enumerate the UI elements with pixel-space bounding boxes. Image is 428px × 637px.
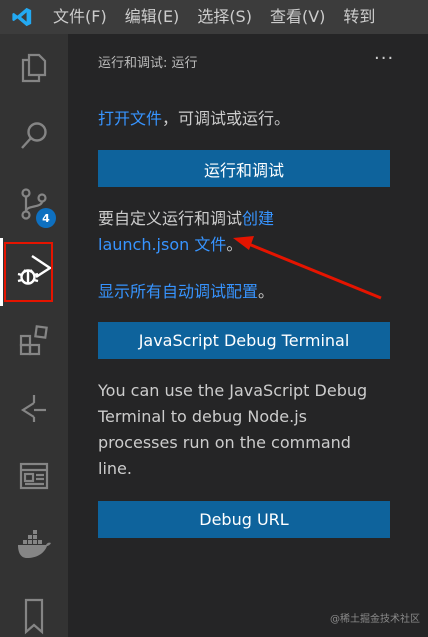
show-configs-line: 显示所有自动调试配置。 <box>98 279 274 305</box>
search-icon <box>21 122 47 149</box>
gitlens-icon <box>20 395 46 422</box>
run-debug-panel: 运行和调试: 运行 ··· 打开文件，可调试或运行。 运行和调试 要自定义运行和… <box>68 34 428 637</box>
show-configs-suffix: 。 <box>258 282 275 301</box>
create-launch-link-part1[interactable]: 创建 <box>242 209 274 228</box>
menu-go[interactable]: 转到 <box>334 0 384 34</box>
js-terminal-desc-4: line. <box>98 459 132 478</box>
js-terminal-desc-2: Terminal to debug Node.js <box>98 407 308 426</box>
activity-source-control[interactable]: 4 <box>0 170 68 238</box>
activity-bar: 4 <box>0 34 68 637</box>
js-terminal-desc-3: processes run on the command <box>98 433 351 452</box>
js-debug-terminal-button[interactable]: JavaScript Debug Terminal <box>98 322 390 359</box>
menu-selection[interactable]: 选择(S) <box>188 0 261 34</box>
activity-bookmarks[interactable] <box>0 582 68 637</box>
activity-gitlens[interactable] <box>0 374 68 442</box>
customize-suffix: 。 <box>226 235 243 254</box>
vscode-window: 文件(F) 编辑(E) 选择(S) 查看(V) 转到 4 运行和调试: 运行 ·… <box>0 0 428 637</box>
highlight-box <box>4 242 53 302</box>
activity-docker[interactable] <box>0 510 68 578</box>
customize-line: 要自定义运行和调试创建 launch.json 文件。 <box>98 206 274 258</box>
open-file-suffix: ，可调试或运行。 <box>162 109 291 128</box>
activity-run-debug[interactable] <box>0 238 68 306</box>
watermark: @稀土掘金技术社区 <box>330 614 420 625</box>
scm-badge: 4 <box>36 208 56 228</box>
browser-preview-icon <box>19 462 49 490</box>
panel-title: 运行和调试: 运行 <box>98 56 198 71</box>
docker-icon <box>18 530 51 558</box>
open-file-line: 打开文件，可调试或运行。 <box>98 106 290 132</box>
more-actions-icon[interactable]: ··· <box>374 48 394 69</box>
activity-explorer[interactable] <box>0 34 68 102</box>
vscode-logo-icon <box>0 0 44 34</box>
menu-bar: 文件(F) 编辑(E) 选择(S) 查看(V) 转到 <box>0 0 428 34</box>
open-file-link[interactable]: 打开文件 <box>98 109 162 128</box>
bookmark-icon <box>24 598 44 635</box>
extensions-icon <box>19 325 48 356</box>
menu-view[interactable]: 查看(V) <box>261 0 334 34</box>
run-and-debug-button[interactable]: 运行和调试 <box>98 150 390 187</box>
show-configs-link[interactable]: 显示所有自动调试配置 <box>98 282 258 301</box>
files-icon <box>21 53 47 83</box>
create-launch-link-part2[interactable]: launch.json 文件 <box>98 235 226 254</box>
menu-edit[interactable]: 编辑(E) <box>116 0 189 34</box>
menu-file[interactable]: 文件(F) <box>44 0 116 34</box>
js-terminal-description: You can use the JavaScript Debug Termina… <box>98 378 367 482</box>
activity-browser-preview[interactable] <box>0 442 68 510</box>
activity-search[interactable] <box>0 102 68 170</box>
js-terminal-desc-1: You can use the JavaScript Debug <box>98 381 368 400</box>
activity-extensions[interactable] <box>0 306 68 374</box>
customize-prefix: 要自定义运行和调试 <box>98 209 243 228</box>
debug-url-button[interactable]: Debug URL <box>98 501 390 538</box>
